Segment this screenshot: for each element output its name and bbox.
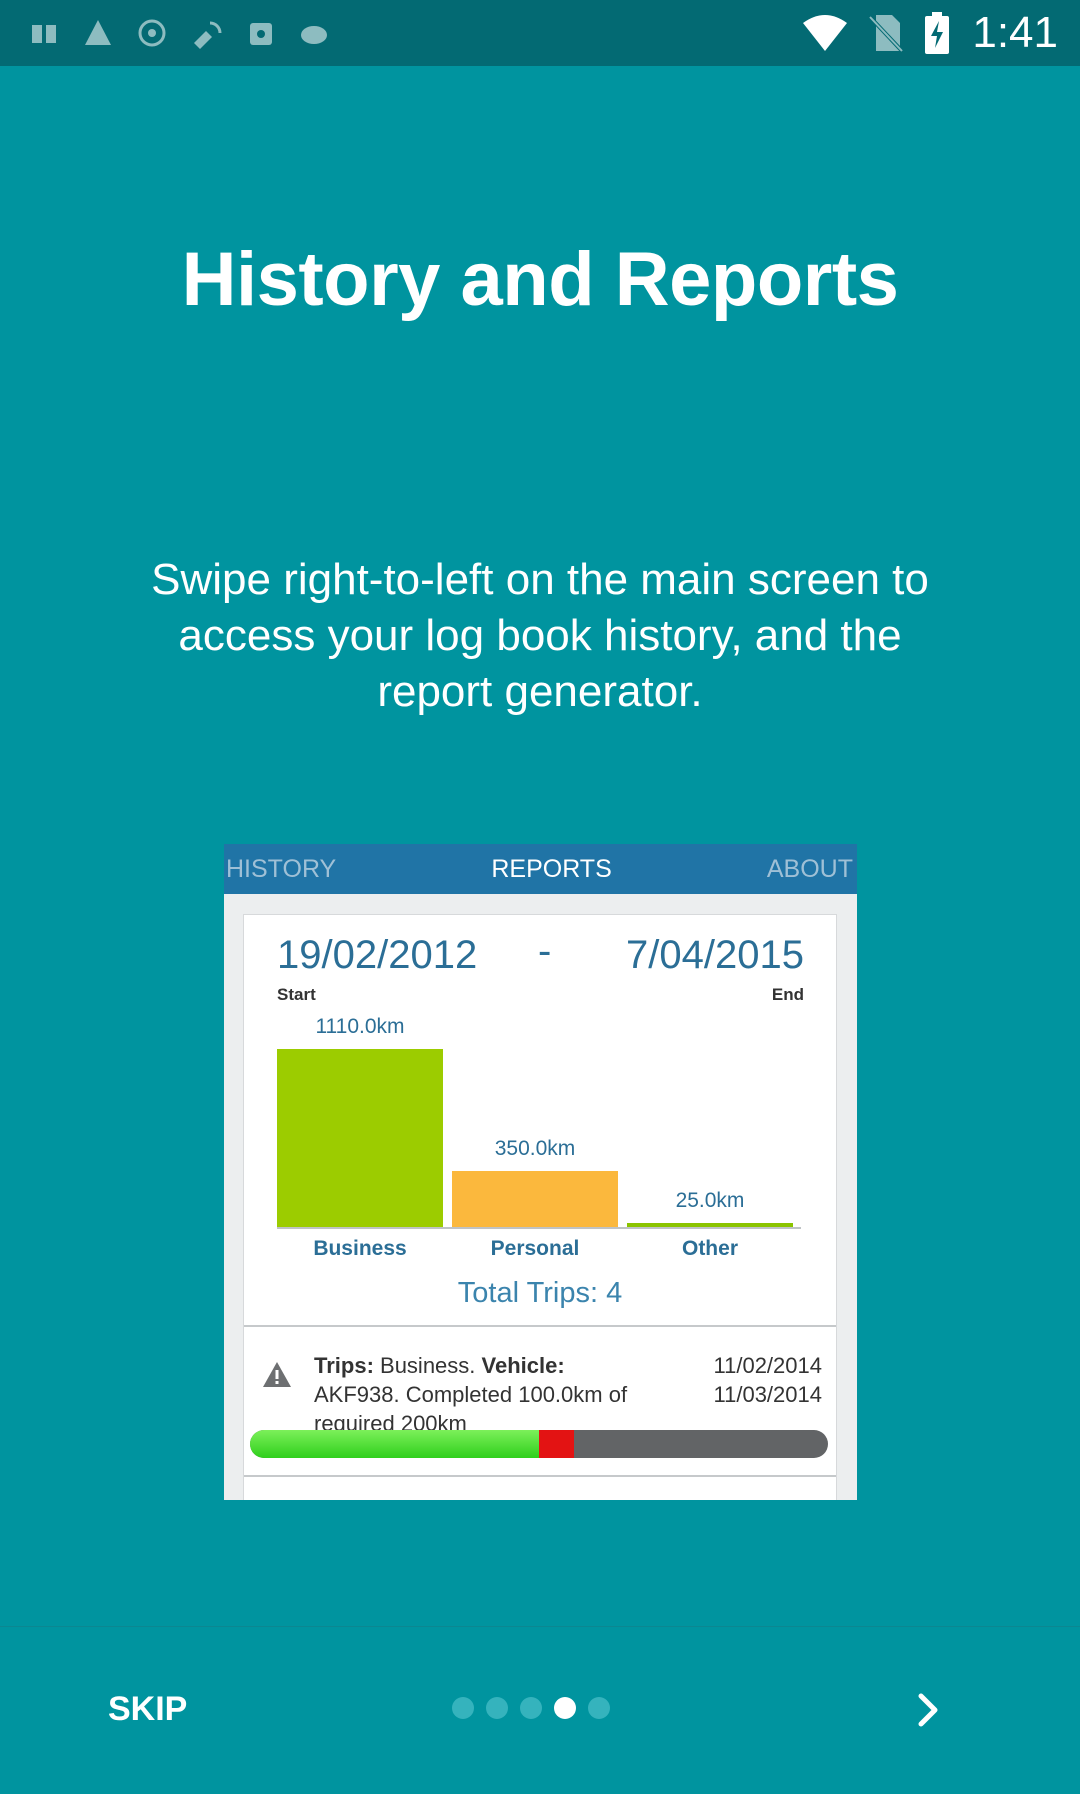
page-dot[interactable] — [520, 1697, 542, 1719]
chart-bar-personal — [452, 1170, 618, 1227]
chart-value-label: 1110.0km — [315, 1015, 405, 1038]
badge-icon — [301, 26, 327, 44]
trip-dates: 11/02/2014 11/03/2014 — [714, 1351, 822, 1409]
start-label: Start — [277, 985, 316, 1004]
battery-charging-icon — [925, 12, 950, 54]
sync-icon — [138, 19, 166, 47]
chart-value-label: 25.0km — [675, 1188, 745, 1212]
shield-icon — [250, 23, 272, 45]
trip-description: Trips: Business. Vehicle: AKF938. Comple… — [314, 1351, 644, 1438]
trips-label: Trips: — [314, 1353, 374, 1378]
chart-category-label: Other — [681, 1237, 738, 1260]
report-card: 19/02/2012 - 7/04/2015 Start End 1110.0k… — [243, 914, 837, 1500]
end-label: End — [771, 985, 804, 1004]
notification-icon — [32, 21, 56, 43]
report-date-range: 19/02/2012 - 7/04/2015 — [244, 929, 836, 983]
reports-preview-image: HISTORY REPORTS ABOUT 19/02/2012 - 7/04/… — [224, 844, 857, 1500]
page-dot[interactable] — [588, 1697, 610, 1719]
page-indicator — [452, 1697, 622, 1719]
skip-button[interactable]: SKIP — [108, 1690, 187, 1729]
trip-progress-bar — [250, 1430, 828, 1458]
page-description: Swipe right-to-left on the main screen t… — [151, 555, 929, 716]
card-divider — [244, 1325, 836, 1327]
status-bar-system: 1:41 — [782, 8, 1058, 58]
chart-baseline — [277, 1227, 801, 1229]
page-title: History and Reports — [181, 237, 899, 322]
chart-bar-business — [277, 1049, 443, 1227]
page-dot[interactable] — [554, 1697, 576, 1719]
page-dot[interactable] — [452, 1697, 474, 1719]
date-separator: - — [538, 929, 552, 973]
warning-icon — [263, 1362, 291, 1387]
status-bar: 1:41 — [0, 0, 1080, 66]
status-bar-notifications — [28, 17, 352, 49]
trip-divider — [244, 1475, 836, 1477]
end-date: 7/04/2015 — [626, 933, 804, 977]
chart-category-label: Personal — [490, 1237, 580, 1260]
preview-tab-about: ABOUT — [766, 854, 853, 883]
wifi-icon — [803, 15, 848, 51]
satellite-icon — [194, 21, 222, 49]
trip-details: AKF938. Completed 100.0km of required 20… — [314, 1382, 628, 1436]
vehicle-label: Vehicle: — [481, 1353, 565, 1378]
page-dot[interactable] — [486, 1697, 508, 1719]
distance-bar-chart: 1110.0km Business 350.0km Personal 25.0km Oth… — [244, 1015, 838, 1285]
status-bar-time: 1:41 — [972, 8, 1058, 57]
chart-category-label: Business — [313, 1237, 407, 1260]
start-date: 19/02/2012 — [277, 933, 478, 977]
trips-value: Business. — [373, 1353, 482, 1378]
next-arrow-icon[interactable] — [912, 1692, 944, 1728]
trip-date-to: 11/03/2014 — [713, 1382, 822, 1407]
chart-value-label: 350.0km — [494, 1136, 576, 1160]
no-sim-icon — [868, 15, 904, 53]
bottom-divider — [0, 1626, 1080, 1627]
preview-tab-history: HISTORY — [226, 854, 337, 883]
alert-icon — [85, 20, 111, 45]
preview-tab-bar: HISTORY REPORTS ABOUT — [224, 844, 857, 894]
preview-tab-reports: REPORTS — [491, 854, 612, 883]
total-trips: Total Trips: 4 — [457, 1277, 623, 1309]
trip-date-from: 11/02/2014 — [713, 1353, 822, 1378]
progress-overlap — [539, 1430, 574, 1458]
progress-completed — [250, 1430, 539, 1458]
